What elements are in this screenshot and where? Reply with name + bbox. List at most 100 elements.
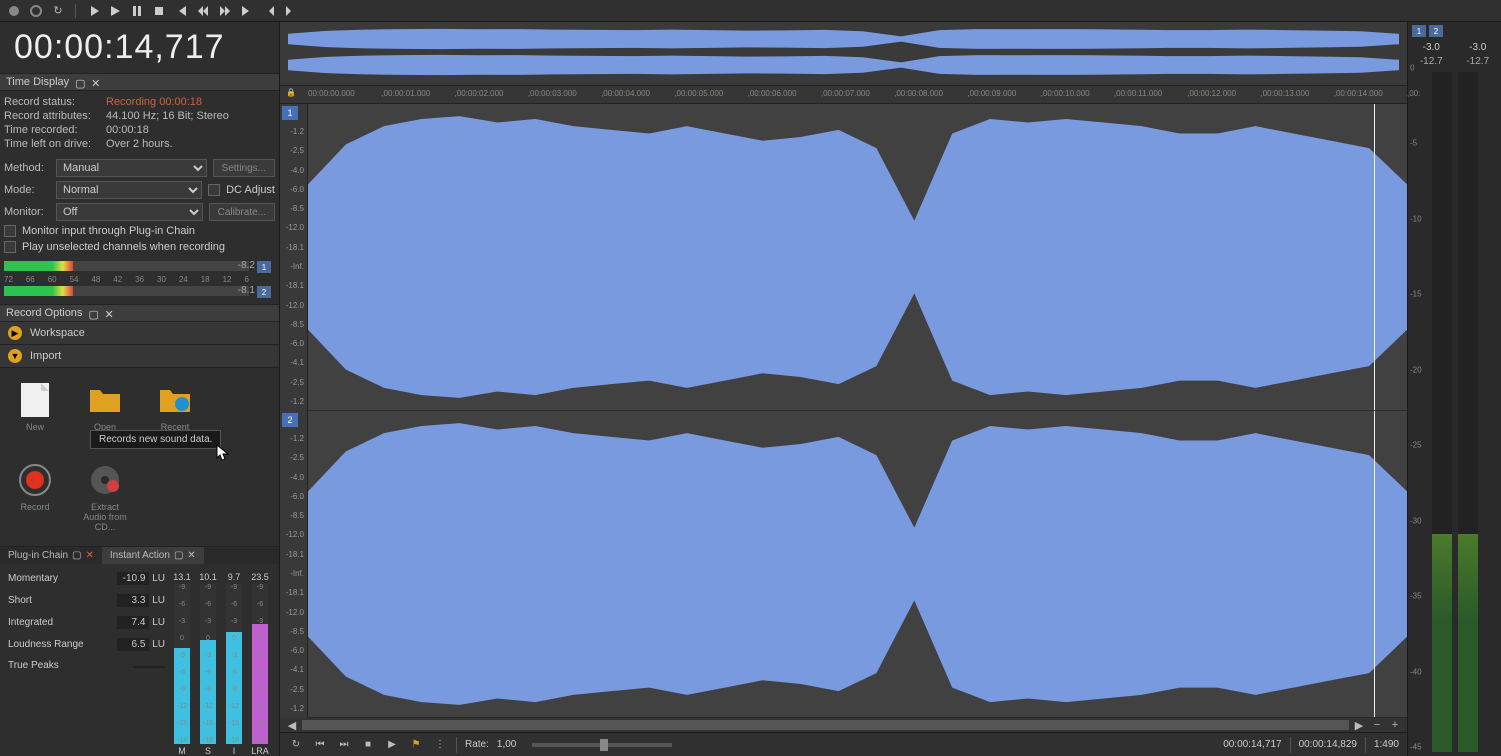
time-left-label: Time left on drive:: [4, 138, 98, 150]
calibrate-button[interactable]: Calibrate...: [209, 203, 275, 221]
horizontal-scrollbar[interactable]: ◀ ▶ − +: [280, 718, 1407, 732]
meter-bar-ch1: [1432, 72, 1452, 752]
waveform-editor: 🔒 00:00:00.000,00:00:01.000,00:00:02.000…: [280, 22, 1407, 756]
extract-cd-tile[interactable]: Extract Audio from CD...: [80, 462, 130, 532]
overview-ch1: [288, 28, 1399, 50]
maximize-icon[interactable]: ▢: [72, 550, 81, 561]
close-icon[interactable]: ✕: [86, 550, 94, 561]
record-tooltip: Records new sound data.: [90, 430, 221, 449]
total-readout: 00:00:14,829: [1299, 739, 1357, 750]
loudness-meter-I: 9.7-9-6-30-3-6-9-12-15-18I: [223, 572, 245, 756]
play-unselected-label: Play unselected channels when recording: [22, 241, 225, 253]
level-scale: 72666054484236302418126: [4, 275, 249, 284]
rate-slider[interactable]: [532, 743, 672, 747]
close-icon[interactable]: ✕: [187, 550, 195, 561]
zoom-readout: 1:490: [1374, 739, 1399, 750]
loudness-meter-M: 13.1-9-6-30-3-6-9-12-15-18M: [171, 572, 193, 756]
stop-icon[interactable]: ■: [360, 737, 376, 753]
meter-ch1-tag[interactable]: 1: [1412, 25, 1426, 37]
output-meters: 0-5-10-15-20-25-30-35-40-45: [1408, 68, 1501, 756]
stop2-icon[interactable]: [151, 3, 167, 19]
record-icon[interactable]: [6, 3, 22, 19]
maximize-icon[interactable]: ▢: [75, 77, 85, 87]
loop-icon[interactable]: ↻: [288, 737, 304, 753]
level-db-ch1: -8.2: [238, 260, 255, 271]
skip-start-icon[interactable]: ⏮: [312, 737, 328, 753]
close-icon[interactable]: ✕: [104, 308, 114, 318]
rewind-icon[interactable]: [195, 3, 211, 19]
ruler-tick: ,00:00:14.000: [1334, 89, 1383, 98]
overview-waveform[interactable]: [280, 22, 1407, 86]
play-icon[interactable]: ▶: [384, 737, 400, 753]
lock-icon[interactable]: 🔒: [286, 88, 296, 97]
record-tile[interactable]: Record: [10, 462, 60, 532]
workspace-section[interactable]: ▶ Workspace: [0, 322, 279, 345]
pause-icon[interactable]: [129, 3, 145, 19]
scroll-thumb[interactable]: [302, 720, 1349, 730]
method-select[interactable]: Manual: [56, 159, 207, 177]
ruler-tick: ,00:00:07.000: [821, 89, 870, 98]
playhead[interactable]: [1374, 411, 1375, 717]
play-unselected-checkbox[interactable]: [4, 241, 16, 253]
skip-end-icon[interactable]: [239, 3, 255, 19]
record-status-label: Record status:: [4, 96, 98, 108]
next-marker-icon[interactable]: [283, 3, 299, 19]
zoom-in-icon[interactable]: +: [1387, 717, 1403, 733]
skip-end-icon[interactable]: ⏭: [336, 737, 352, 753]
dc-adjust-label: DC Adjust: [226, 184, 275, 196]
ruler-tick: 00:00:00.000: [308, 89, 355, 98]
monitor-plugin-label: Monitor input through Plug-in Chain: [22, 225, 195, 237]
record-attr-value: 44.100 Hz; 16 Bit; Stereo: [106, 110, 229, 122]
scroll-left-icon[interactable]: ◀: [284, 717, 300, 733]
marker-icon[interactable]: ⚑: [408, 737, 424, 753]
play-icon[interactable]: [107, 3, 123, 19]
loudness-row: Integrated7.4 LU: [8, 616, 165, 629]
channel-2-tag[interactable]: 2: [257, 286, 271, 298]
zoom-out-icon[interactable]: −: [1369, 717, 1385, 733]
track-ch2[interactable]: [308, 411, 1407, 718]
folder-icon: [87, 382, 123, 418]
fast-forward-icon[interactable]: [217, 3, 233, 19]
meter-ch2-tag[interactable]: 2: [1429, 25, 1443, 37]
mode-select[interactable]: Normal: [56, 181, 202, 199]
track-ch1[interactable]: [308, 104, 1407, 411]
file-icon: [17, 382, 53, 418]
waveform-tracks[interactable]: [308, 104, 1407, 718]
channel-2-badge[interactable]: 2: [282, 413, 298, 427]
ruler-tick: ,00:00:05.000: [674, 89, 723, 98]
dc-adjust-checkbox[interactable]: [208, 184, 220, 196]
skip-start-icon[interactable]: [173, 3, 189, 19]
maximize-icon[interactable]: ▢: [174, 550, 183, 561]
rate-label: Rate:: [465, 739, 489, 750]
instant-action-tab[interactable]: Instant Action▢✕: [102, 547, 204, 564]
prev-marker-icon[interactable]: [261, 3, 277, 19]
channel-gutter: 1 -1.2-2.5-4.0-6.0-8.5-12.0-18.1-Inf.-18…: [280, 104, 308, 718]
level-bar-ch1: [4, 261, 249, 271]
time-display-header: Time Display ▢ ✕: [0, 73, 279, 91]
stop-icon[interactable]: [28, 3, 44, 19]
monitor-plugin-checkbox[interactable]: [4, 225, 16, 237]
plugin-chain-tab[interactable]: Plug-in Chain▢✕: [0, 547, 102, 564]
options-icon[interactable]: ⋮: [432, 737, 448, 753]
time-ruler[interactable]: 🔒 00:00:00.000,00:00:01.000,00:00:02.000…: [280, 86, 1407, 104]
ruler-tick: ,00:00:11.000: [1114, 89, 1162, 98]
playhead[interactable]: [1374, 104, 1375, 410]
monitor-select[interactable]: Off: [56, 203, 203, 221]
ruler-tick: ,00:00:13.000: [1260, 89, 1309, 98]
level-db-ch2: -8.1: [238, 285, 255, 296]
ruler-tick: ,00:00:12.000: [1187, 89, 1236, 98]
loop-icon[interactable]: ↻: [50, 3, 66, 19]
loudness-row: True Peaks: [8, 660, 165, 671]
maximize-icon[interactable]: ▢: [88, 308, 98, 318]
cursor-icon: [216, 444, 230, 462]
import-section[interactable]: ▼ Import: [0, 345, 279, 368]
play-start-icon[interactable]: [85, 3, 101, 19]
channel-1-badge[interactable]: 1: [282, 106, 298, 120]
db-ch1: -12.7: [1420, 56, 1443, 67]
scroll-right-icon[interactable]: ▶: [1351, 717, 1367, 733]
settings-button[interactable]: Settings...: [213, 159, 275, 177]
channel-1-tag[interactable]: 1: [257, 261, 271, 273]
time-left-value: Over 2 hours.: [106, 138, 173, 150]
new-tile[interactable]: New: [10, 382, 60, 442]
close-icon[interactable]: ✕: [91, 77, 101, 87]
